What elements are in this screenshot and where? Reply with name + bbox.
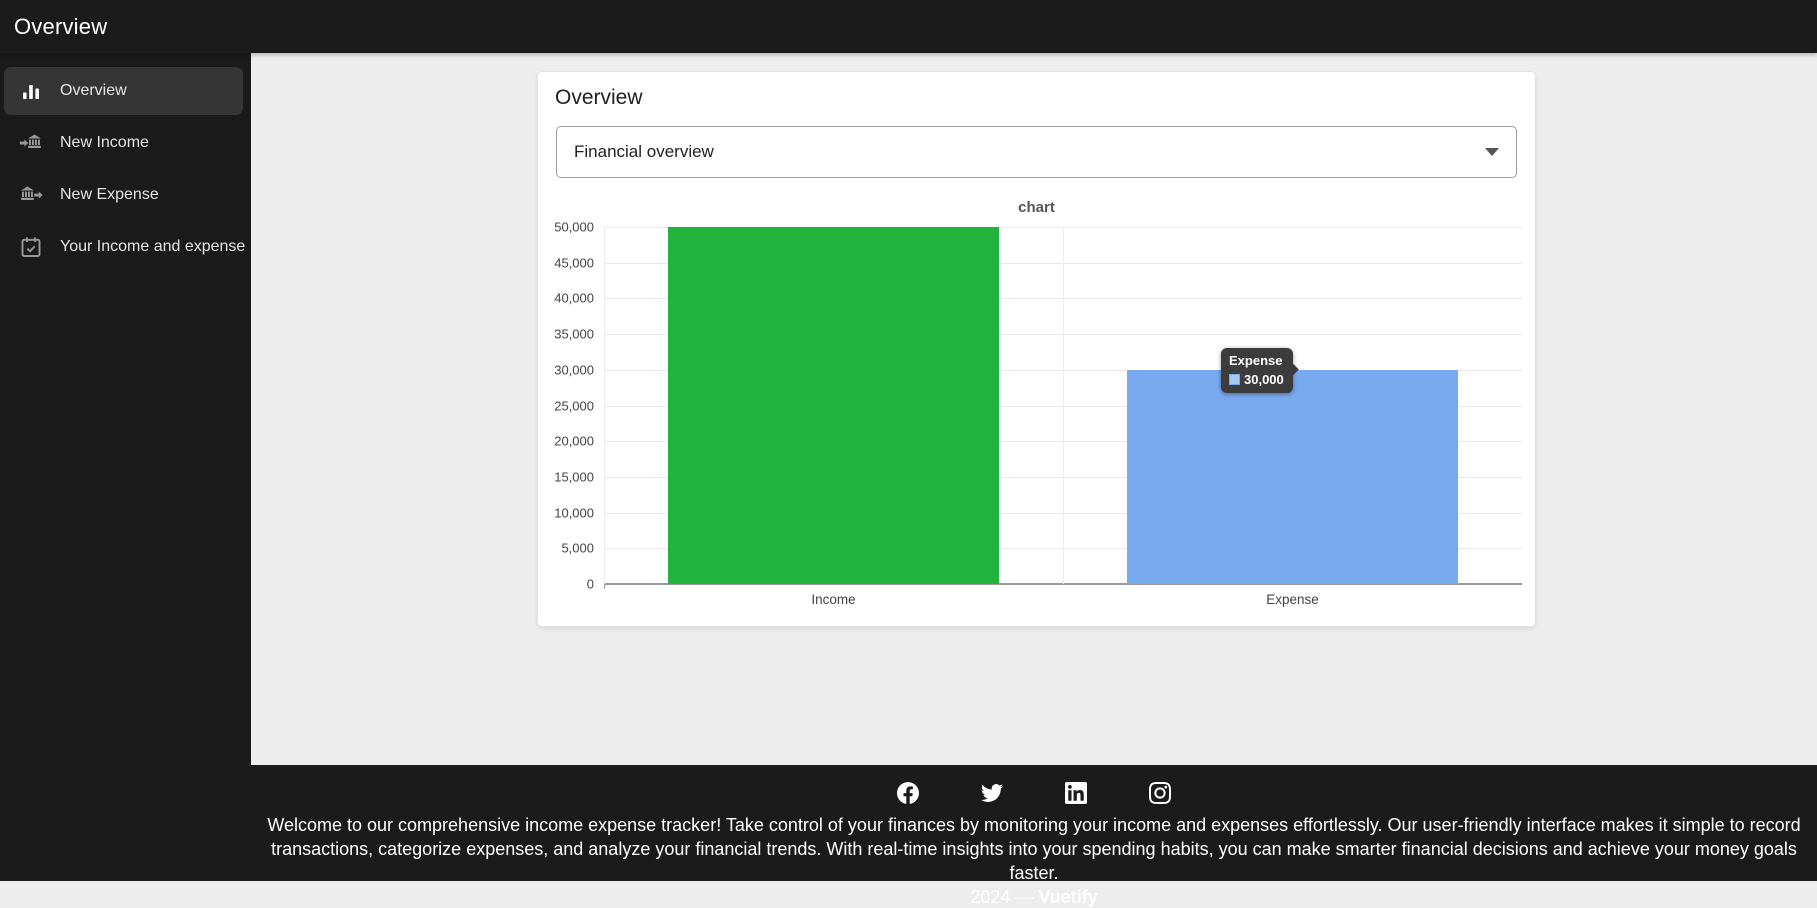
y-axis-tick-label: 40,000 xyxy=(529,291,594,306)
sidebar-item-label: Your Income and expense xyxy=(60,238,245,256)
instagram-icon[interactable] xyxy=(1146,779,1174,807)
bank-transfer-out-icon xyxy=(19,183,43,207)
social-links xyxy=(251,777,1817,809)
sidebar-item-your-income-and-expense[interactable]: Your Income and expense xyxy=(4,223,243,271)
y-axis-tick-label: 25,000 xyxy=(529,398,594,413)
y-axis-tick-label: 5,000 xyxy=(529,541,594,556)
sidebar-item-label: New Expense xyxy=(60,186,159,204)
sidebar-item-overview[interactable]: Overview xyxy=(4,67,243,115)
tooltip-value: 30,000 xyxy=(1244,372,1284,387)
linkedin-icon[interactable] xyxy=(1062,779,1090,807)
bar-chart-icon xyxy=(19,79,43,103)
main-content: Overview Financial overview chart Expens… xyxy=(251,53,1817,765)
x-axis-category-label: Income xyxy=(811,592,855,607)
y-axis-tick-label: 15,000 xyxy=(529,469,594,484)
card-title: Overview xyxy=(555,86,643,110)
sidebar: Overview New Income xyxy=(0,53,251,765)
v-gridline xyxy=(1063,227,1064,584)
overview-card: Overview Financial overview chart Expens… xyxy=(537,71,1536,627)
y-axis-tick-label: 0 xyxy=(529,577,594,592)
facebook-icon[interactable] xyxy=(894,779,922,807)
calendar-check-icon xyxy=(19,235,43,259)
twitter-icon[interactable] xyxy=(978,779,1006,807)
tooltip-color-swatch xyxy=(1229,374,1240,385)
y-axis-tick xyxy=(604,584,605,589)
sidebar-item-new-income[interactable]: New Income xyxy=(4,119,243,167)
brand-name: Vuetify xyxy=(1038,887,1097,907)
y-axis-tick-label: 50,000 xyxy=(529,220,594,235)
copyright-year: 2024 xyxy=(970,887,1010,907)
y-axis-tick-label: 30,000 xyxy=(529,362,594,377)
copyright-separator: — xyxy=(1010,887,1038,907)
y-axis-tick-label: 45,000 xyxy=(529,255,594,270)
y-axis-tick-label: 10,000 xyxy=(529,505,594,520)
sidebar-item-label: Overview xyxy=(60,82,127,100)
bar-expense[interactable] xyxy=(1127,370,1457,584)
financial-overview-select[interactable]: Financial overview xyxy=(556,126,1517,178)
x-axis-category-label: Expense xyxy=(1266,592,1319,607)
copyright: 2024 — Vuetify xyxy=(251,887,1817,908)
y-axis-tick-label: 20,000 xyxy=(529,434,594,449)
chart-title: chart xyxy=(556,199,1517,216)
select-value: Financial overview xyxy=(574,142,1485,162)
app-bar: Overview xyxy=(0,0,1817,53)
page-title: Overview xyxy=(14,14,107,40)
footer: Welcome to our comprehensive income expe… xyxy=(0,765,1817,881)
tooltip-series-label: Expense xyxy=(1229,353,1284,369)
y-axis-tick-label: 35,000 xyxy=(529,327,594,342)
sidebar-item-new-expense[interactable]: New Expense xyxy=(4,171,243,219)
bar-income[interactable] xyxy=(668,227,998,584)
sidebar-item-label: New Income xyxy=(60,134,149,152)
chevron-down-icon xyxy=(1485,148,1499,156)
v-gridline xyxy=(604,227,605,584)
chart-plot: Expense 30,000 05,00010,00015,00020,0002… xyxy=(604,227,1522,584)
bank-transfer-in-icon xyxy=(19,131,43,155)
footer-description: Welcome to our comprehensive income expe… xyxy=(262,813,1807,885)
chart-tooltip: Expense 30,000 xyxy=(1221,348,1293,393)
